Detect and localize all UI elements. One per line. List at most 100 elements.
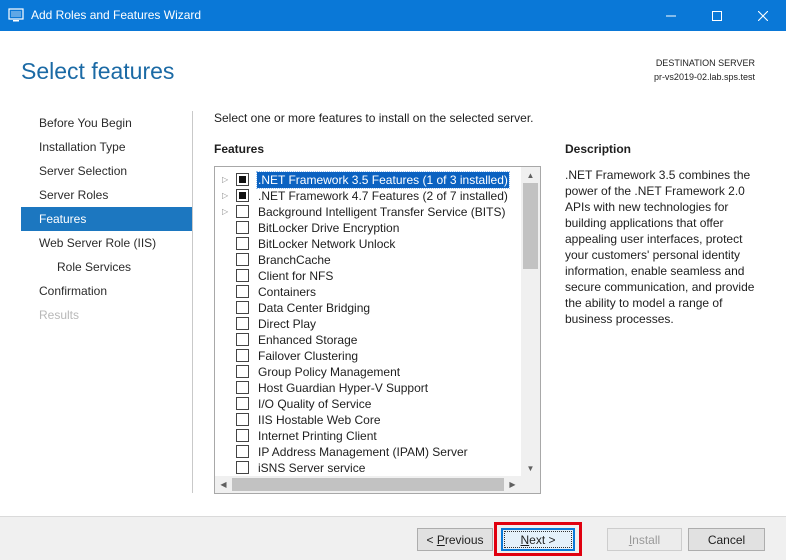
nav-item-web-server-role[interactable]: Web Server Role (IIS) xyxy=(21,231,192,255)
horizontal-scroll-thumb[interactable] xyxy=(232,478,504,491)
feature-checkbox[interactable] xyxy=(236,253,249,266)
close-button[interactable] xyxy=(740,0,786,31)
destination-server-label: DESTINATION SERVER xyxy=(655,58,755,68)
maximize-icon xyxy=(712,10,722,21)
feature-row[interactable]: Containers xyxy=(215,284,521,300)
wizard-nav: Before You Begin Installation Type Serve… xyxy=(21,111,192,327)
feature-label: BranchCache xyxy=(258,253,331,267)
expand-arrow-icon[interactable]: ▷ xyxy=(222,191,232,201)
feature-checkbox[interactable] xyxy=(236,397,249,410)
page-title: Select features xyxy=(21,58,175,84)
feature-checkbox[interactable] xyxy=(236,317,249,330)
scroll-down-icon[interactable]: ▼ xyxy=(521,460,540,476)
feature-label: Direct Play xyxy=(258,317,317,331)
feature-row[interactable]: BranchCache xyxy=(215,252,521,268)
nav-item-before-you-begin[interactable]: Before You Begin xyxy=(21,111,192,135)
feature-row[interactable]: Enhanced Storage xyxy=(215,332,521,348)
feature-rows: ▷ .NET Framework 3.5 Features (1 of 3 ins… xyxy=(215,171,521,476)
feature-label: Client for NFS xyxy=(258,269,334,283)
feature-label: BitLocker Drive Encryption xyxy=(258,221,400,235)
nav-item-server-selection[interactable]: Server Selection xyxy=(21,159,192,183)
feature-checkbox[interactable] xyxy=(236,189,249,202)
feature-row[interactable]: ▷ .NET Framework 4.7 Features (2 of 7 ins… xyxy=(215,188,521,204)
feature-row[interactable]: Client for NFS xyxy=(215,268,521,284)
previous-label-rest: revious xyxy=(444,532,484,547)
feature-label: BitLocker Network Unlock xyxy=(258,237,396,251)
vertical-scrollbar[interactable]: ▲ ▼ xyxy=(521,167,540,476)
nav-item-confirmation[interactable]: Confirmation xyxy=(21,279,192,303)
feature-row[interactable]: IP Address Management (IPAM) Server xyxy=(215,444,521,460)
next-button-highlight xyxy=(494,522,582,556)
install-button: Install xyxy=(607,528,682,551)
wizard-footer: < Previous Next > Install Cancel xyxy=(0,516,786,560)
scroll-corner xyxy=(521,476,540,493)
feature-label: Data Center Bridging xyxy=(258,301,371,315)
feature-row[interactable]: Internet Printing Client xyxy=(215,428,521,444)
feature-label: Group Policy Management xyxy=(258,365,401,379)
scroll-right-icon[interactable]: ▶ xyxy=(504,476,521,493)
expand-arrow-icon[interactable]: ▷ xyxy=(222,207,232,217)
feature-checkbox[interactable] xyxy=(236,301,249,314)
feature-checkbox[interactable] xyxy=(236,429,249,442)
feature-checkbox[interactable] xyxy=(236,413,249,426)
feature-row[interactable]: IIS Hostable Web Core xyxy=(215,412,521,428)
description-heading: Description xyxy=(565,142,632,156)
close-icon xyxy=(758,10,768,21)
nav-item-installation-type[interactable]: Installation Type xyxy=(21,135,192,159)
features-heading: Features xyxy=(214,142,265,156)
feature-row[interactable]: Host Guardian Hyper-V Support xyxy=(215,380,521,396)
feature-checkbox[interactable] xyxy=(236,333,249,346)
feature-checkbox[interactable] xyxy=(236,381,249,394)
previous-label-accel: P xyxy=(436,532,445,547)
server-manager-icon xyxy=(8,7,24,23)
scroll-up-icon[interactable]: ▲ xyxy=(521,167,540,183)
feature-label: .NET Framework 3.5 Features (1 of 3 inst… xyxy=(256,171,510,189)
feature-row[interactable]: BitLocker Network Unlock xyxy=(215,236,521,252)
feature-label: Enhanced Storage xyxy=(258,333,358,347)
feature-checkbox[interactable] xyxy=(236,349,249,362)
horizontal-scrollbar[interactable]: ◀ ▶ xyxy=(215,476,521,493)
nav-item-results: Results xyxy=(39,308,80,322)
feature-row[interactable]: Failover Clustering xyxy=(215,348,521,364)
minimize-button[interactable] xyxy=(648,0,694,31)
feature-checkbox[interactable] xyxy=(236,365,249,378)
feature-checkbox[interactable] xyxy=(236,173,249,186)
nav-item-features[interactable]: Features xyxy=(21,207,192,231)
install-label-rest: nstall xyxy=(632,532,661,547)
feature-checkbox[interactable] xyxy=(236,237,249,250)
feature-row[interactable]: iSNS Server service xyxy=(215,460,521,476)
feature-label: Internet Printing Client xyxy=(258,429,377,443)
feature-row[interactable]: Direct Play xyxy=(215,316,521,332)
feature-label: Containers xyxy=(258,285,317,299)
feature-label: iSNS Server service xyxy=(258,461,366,475)
cancel-button[interactable]: Cancel xyxy=(688,528,765,551)
feature-row[interactable]: Data Center Bridging xyxy=(215,300,521,316)
description-text: .NET Framework 3.5 combines the power of… xyxy=(565,168,755,326)
feature-checkbox[interactable] xyxy=(236,285,249,298)
nav-item-role-services[interactable]: Role Services xyxy=(21,255,192,279)
feature-row[interactable]: ▷ Background Intelligent Transfer Service… xyxy=(215,204,521,220)
feature-label: IIS Hostable Web Core xyxy=(258,413,381,427)
feature-row[interactable]: ▷ .NET Framework 3.5 Features (1 of 3 ins… xyxy=(215,171,521,189)
feature-tree[interactable]: ▷ .NET Framework 3.5 Features (1 of 3 ins… xyxy=(214,166,541,494)
feature-checkbox[interactable] xyxy=(236,205,249,218)
feature-checkbox[interactable] xyxy=(236,269,249,282)
scroll-left-icon[interactable]: ◀ xyxy=(215,476,232,493)
feature-row[interactable]: Group Policy Management xyxy=(215,364,521,380)
feature-checkbox[interactable] xyxy=(236,461,249,474)
intro-text: Select one or more features to install o… xyxy=(214,111,534,125)
title-bar: Add Roles and Features Wizard xyxy=(0,0,786,31)
minimize-icon xyxy=(666,15,676,16)
feature-label: .NET Framework 4.7 Features (2 of 7 inst… xyxy=(258,189,508,203)
feature-row[interactable]: BitLocker Drive Encryption xyxy=(215,220,521,236)
feature-checkbox[interactable] xyxy=(236,221,249,234)
maximize-button[interactable] xyxy=(694,0,740,31)
feature-checkbox[interactable] xyxy=(236,445,249,458)
feature-label: Background Intelligent Transfer Service … xyxy=(258,205,506,219)
expand-arrow-icon[interactable]: ▷ xyxy=(222,175,232,185)
previous-button[interactable]: < Previous xyxy=(417,528,493,551)
feature-row[interactable]: I/O Quality of Service xyxy=(215,396,521,412)
window-title: Add Roles and Features Wizard xyxy=(31,8,202,22)
vertical-scroll-thumb[interactable] xyxy=(523,183,538,269)
nav-item-server-roles[interactable]: Server Roles xyxy=(21,183,192,207)
